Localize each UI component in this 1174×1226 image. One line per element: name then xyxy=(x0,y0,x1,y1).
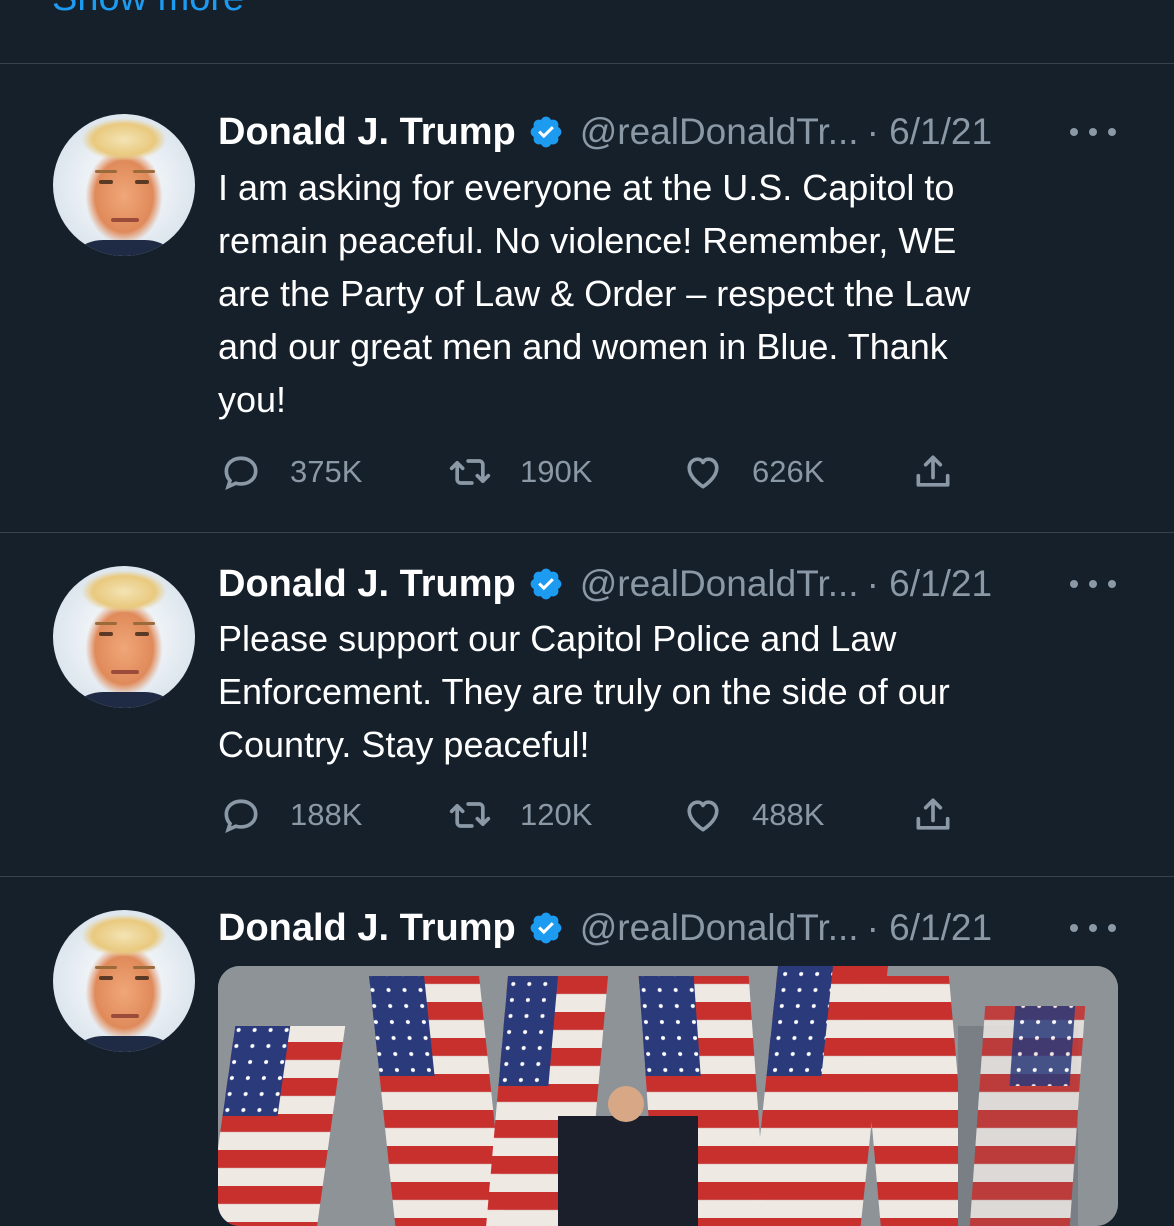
author-name[interactable]: Donald J. Trump xyxy=(218,111,516,154)
tweet-text: I am asking for everyone at the U.S. Cap… xyxy=(218,167,971,420)
retweet-count: 190K xyxy=(520,454,593,489)
reply-icon xyxy=(224,799,258,834)
avatar[interactable] xyxy=(53,910,195,1052)
verified-badge-icon xyxy=(530,912,562,944)
retweet-button[interactable]: 120K xyxy=(446,793,592,837)
author-handle[interactable]: @realDonaldTr... xyxy=(580,111,859,153)
share-icon xyxy=(916,455,950,487)
author-handle[interactable]: @realDonaldTr... xyxy=(580,907,859,949)
retweet-button[interactable]: 190K xyxy=(446,450,592,494)
divider xyxy=(0,532,1174,533)
author-handle[interactable]: @realDonaldTr... xyxy=(580,563,859,605)
tweet-date[interactable]: · 6/1/21 xyxy=(867,563,992,605)
tweet-header: Donald J. Trump @realDonaldTr... · 6/1/2… xyxy=(218,906,992,950)
tweet-actions: 375K 190K 626K xyxy=(218,450,958,494)
tweet-media-video[interactable] xyxy=(218,966,1118,1226)
reply-icon xyxy=(224,456,258,491)
tweet-header: Donald J. Trump @realDonaldTr... · 6/1/2… xyxy=(218,110,992,154)
like-button[interactable]: 488K xyxy=(680,793,824,837)
reply-count: 375K xyxy=(290,454,363,489)
avatar[interactable] xyxy=(53,114,195,256)
reply-button[interactable]: 375K xyxy=(218,450,362,494)
avatar[interactable] xyxy=(53,566,195,708)
tweet-date[interactable]: · 6/1/21 xyxy=(867,111,992,153)
like-count: 488K xyxy=(752,797,825,832)
flags-video-thumbnail xyxy=(218,966,1118,1226)
tweet-text: Please support our Capitol Police and La… xyxy=(218,618,950,765)
author-name[interactable]: Donald J. Trump xyxy=(218,563,516,606)
more-options-icon[interactable] xyxy=(1070,110,1116,154)
retweet-count: 120K xyxy=(520,797,593,832)
retweet-icon xyxy=(449,459,491,485)
divider xyxy=(0,876,1174,877)
like-count: 626K xyxy=(752,454,825,489)
retweet-icon xyxy=(449,802,491,828)
like-button[interactable]: 626K xyxy=(680,450,824,494)
divider xyxy=(0,63,1174,64)
share-icon xyxy=(916,798,950,830)
heart-icon xyxy=(687,457,719,489)
tweet-header: Donald J. Trump @realDonaldTr... · 6/1/2… xyxy=(218,562,992,606)
tweet-actions: 188K 120K 488K xyxy=(218,793,958,837)
share-button[interactable] xyxy=(910,450,956,494)
author-name[interactable]: Donald J. Trump xyxy=(218,907,516,950)
heart-icon xyxy=(687,800,719,832)
reply-count: 188K xyxy=(290,797,363,832)
share-button[interactable] xyxy=(910,793,956,837)
verified-badge-icon xyxy=(530,116,562,148)
more-options-icon[interactable] xyxy=(1070,562,1116,606)
more-options-icon[interactable] xyxy=(1070,906,1116,950)
verified-badge-icon xyxy=(530,568,562,600)
reply-button[interactable]: 188K xyxy=(218,793,362,837)
show-more-link[interactable]: Show more xyxy=(52,0,244,18)
tweet-date[interactable]: · 6/1/21 xyxy=(867,907,992,949)
